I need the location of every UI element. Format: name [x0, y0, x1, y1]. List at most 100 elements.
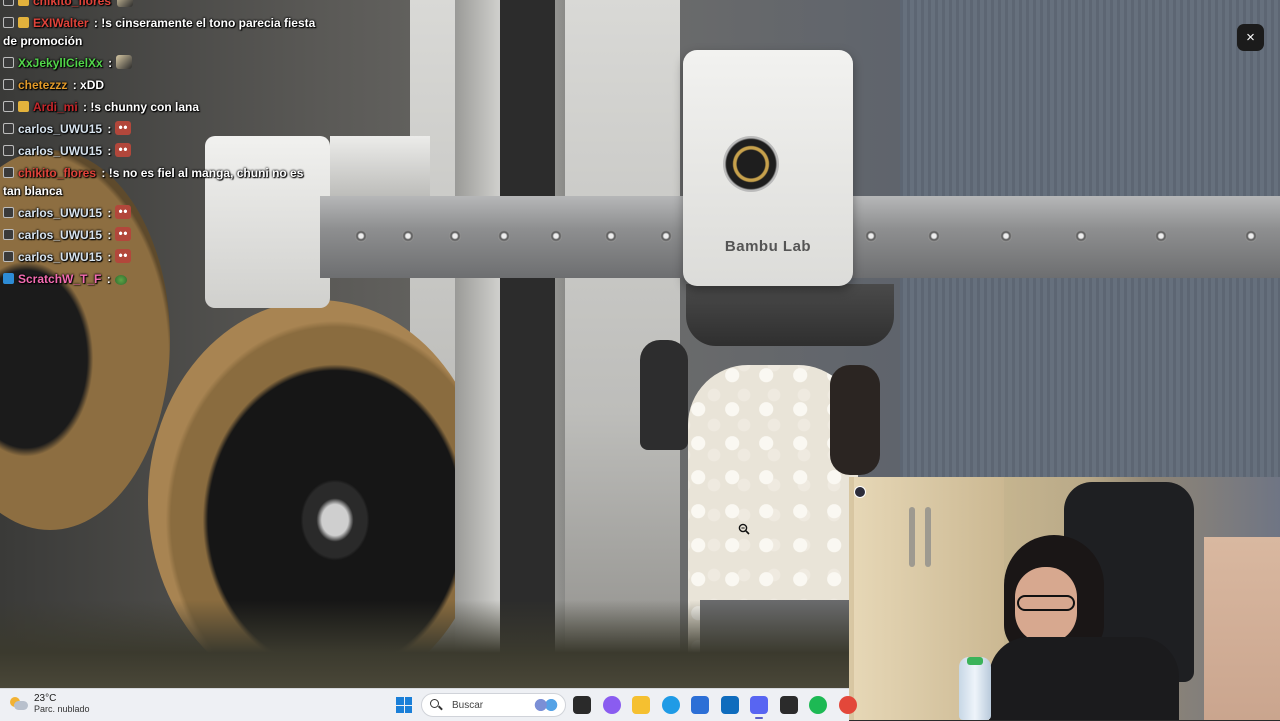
face-emote-icon — [115, 121, 132, 135]
chat-message: carlos_UWU15 : — [0, 246, 320, 268]
gift-badge-icon — [18, 101, 29, 112]
face-emote-icon — [115, 249, 132, 263]
face-emote-icon — [115, 227, 132, 241]
subscriber-badge-icon — [3, 167, 14, 178]
printer-nozzle — [686, 284, 894, 346]
gift-badge-icon — [18, 0, 29, 6]
chat-message: carlos_UWU15 : — [0, 118, 320, 140]
chat-username[interactable]: carlos_UWU15 — [18, 144, 102, 158]
search-placeholder: Buscar — [452, 699, 484, 711]
taskbar: 23°C Parc. nublado Buscar — [0, 688, 857, 721]
chat-username[interactable]: XxJekyllCielXx — [18, 56, 103, 70]
task-view-icon[interactable] — [573, 696, 591, 714]
face-emote-icon — [115, 205, 132, 219]
wardrobe-handle — [909, 507, 915, 567]
water-bottle — [959, 657, 991, 720]
chat-text: : — [104, 56, 113, 70]
start-button[interactable] — [396, 697, 412, 713]
chat-username[interactable]: chetezzz — [18, 78, 67, 92]
microsoft-store-icon[interactable] — [691, 696, 709, 714]
rail-bolt — [402, 230, 414, 242]
chat-message: Ardi_mi : !s chunny con lana — [0, 96, 320, 118]
chrome-icon[interactable] — [838, 696, 857, 714]
chat-username[interactable]: EXIWalter — [33, 16, 89, 30]
chat-text: : !s chunny con lana — [79, 100, 200, 114]
chat-username[interactable]: chikito_flores — [18, 166, 96, 180]
subscriber-badge-icon — [3, 0, 14, 6]
partly-cloudy-icon — [10, 697, 28, 711]
subscriber-badge-icon — [3, 17, 14, 28]
search-box[interactable]: Buscar — [421, 693, 566, 717]
outlook-icon[interactable] — [720, 696, 739, 714]
printer-brand-label: Bambu Lab — [724, 238, 812, 255]
chat-message: carlos_UWU15 : — [0, 224, 320, 246]
subscriber-badge-icon — [3, 79, 14, 90]
chat-username[interactable]: carlos_UWU15 — [18, 228, 102, 242]
rail-bolt — [865, 230, 877, 242]
rail-bolt — [498, 230, 510, 242]
terminal-icon[interactable] — [779, 696, 798, 714]
subscriber-badge-icon — [3, 123, 14, 134]
chat-message: chikito_flores : !s no es fiel al manga,… — [0, 162, 320, 202]
rail-bolt — [355, 230, 367, 242]
close-button[interactable]: × — [1237, 24, 1264, 51]
partner-badge-icon — [3, 273, 14, 284]
rail-bolt — [660, 230, 672, 242]
chat-message: chikito_flores — [0, 0, 320, 12]
earth-emote-icon — [114, 275, 127, 285]
chat-text: : — [104, 144, 112, 158]
search-icon — [430, 699, 442, 711]
rail-bolt — [928, 230, 940, 242]
rail-bolt — [605, 230, 617, 242]
obs-icon — [854, 486, 866, 498]
subscriber-badge-icon — [3, 101, 14, 112]
chat-text: : — [103, 272, 111, 286]
chat-message: XxJekyllCielXx : — [0, 52, 320, 74]
webcam-feed — [849, 477, 1280, 720]
rail-bolt — [449, 230, 461, 242]
chat-username[interactable]: ScratchW_T_F — [18, 272, 101, 286]
bottle-cap — [967, 657, 983, 665]
rail-bolt — [1075, 230, 1087, 242]
subscriber-badge-icon — [3, 251, 14, 262]
rail-bolt — [1000, 230, 1012, 242]
face-emote-icon — [115, 143, 132, 157]
chat-username[interactable]: Ardi_mi — [33, 100, 78, 114]
printer-motor-housing — [330, 136, 430, 196]
avatar-emote-icon — [116, 55, 133, 69]
gift-badge-icon — [18, 17, 29, 28]
rail-bolt — [1245, 230, 1257, 242]
streamer-glasses — [1017, 595, 1075, 611]
weather-description: Parc. nublado — [34, 704, 90, 714]
discord-icon[interactable] — [750, 696, 768, 719]
subscriber-badge-icon — [3, 229, 14, 240]
zoom-cursor-icon — [738, 523, 750, 535]
spotify-icon[interactable] — [809, 696, 827, 714]
printer-toolhead: Bambu Lab — [683, 50, 853, 286]
chat-username[interactable]: carlos_UWU15 — [18, 122, 102, 136]
weather-widget[interactable]: 23°C Parc. nublado — [10, 693, 90, 715]
figure-hand — [640, 340, 688, 450]
wardrobe-handle — [925, 507, 931, 567]
chat-message: ScratchW_T_F : — [0, 268, 320, 290]
chat-message: carlos_UWU15 : — [0, 140, 320, 162]
edge-icon[interactable] — [661, 696, 680, 714]
subscriber-badge-icon — [3, 207, 14, 218]
chat-username[interactable]: chikito_flores — [33, 0, 111, 8]
chat-overlay: chikito_flores EXIWalter : !s cinserament… — [0, 0, 320, 290]
bed — [1204, 537, 1280, 720]
copilot-icon[interactable] — [602, 696, 621, 714]
chat-text: : — [104, 228, 112, 242]
streamer-shirt — [989, 637, 1179, 720]
chat-text: : — [104, 206, 112, 220]
subscriber-badge-icon — [3, 57, 14, 68]
chat-username[interactable]: carlos_UWU15 — [18, 206, 102, 220]
file-explorer-icon[interactable] — [632, 696, 650, 714]
chat-text: : — [104, 122, 112, 136]
figure-hair — [830, 365, 880, 475]
toolhead-dial — [723, 136, 779, 192]
chat-message: chetezzz : xDD — [0, 74, 320, 96]
rail-bolt — [1155, 230, 1167, 242]
weather-temperature: 23°C — [34, 693, 57, 704]
chat-username[interactable]: carlos_UWU15 — [18, 250, 102, 264]
